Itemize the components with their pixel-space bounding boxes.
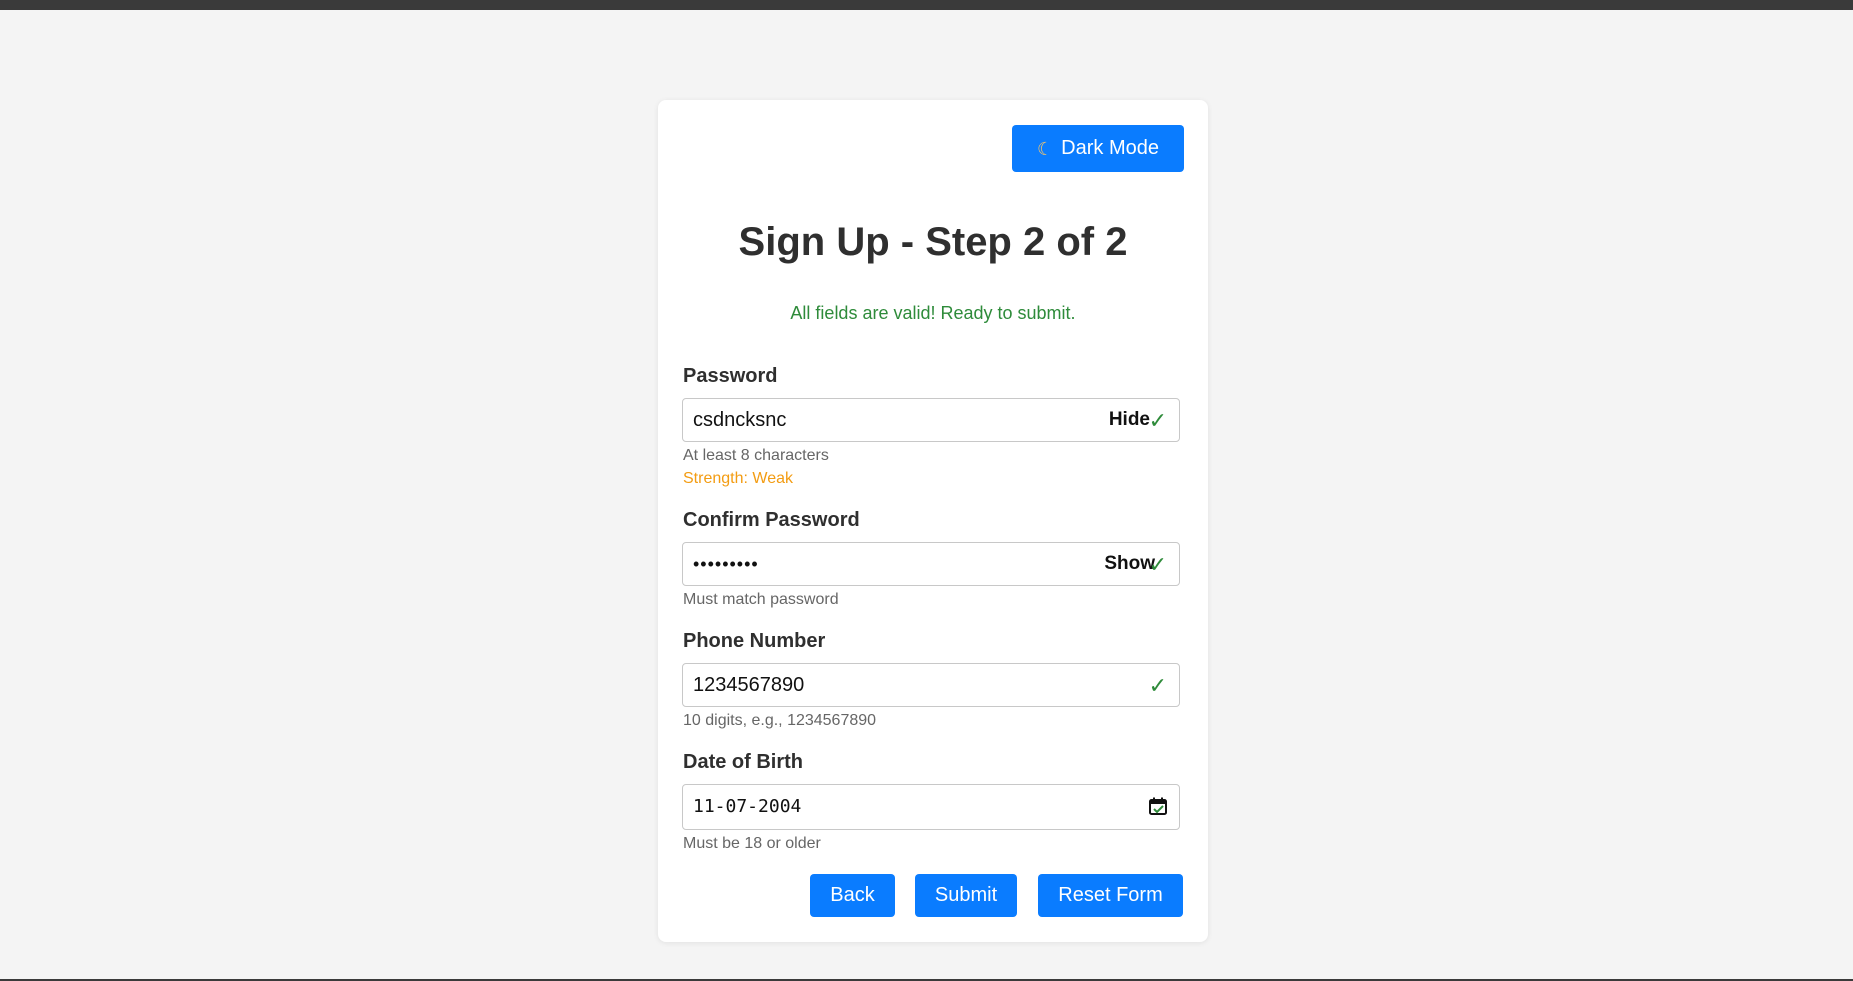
dark-mode-label: Dark Mode [1061,137,1159,159]
confirm-password-field[interactable]: ••••••••• Show ✓ [682,542,1180,586]
phone-input-value[interactable]: 1234567890 [693,664,804,706]
dob-field[interactable]: 11-07-2004 [682,784,1180,830]
password-hint: At least 8 characters [683,447,829,464]
phone-hint: 10 digits, e.g., 1234567890 [683,712,877,729]
moon-icon: ☾ [1037,138,1054,159]
password-strength: Strength: Weak [683,470,793,487]
back-button[interactable]: Back [810,874,895,917]
phone-field[interactable]: 1234567890 ✓ [682,663,1180,707]
signup-card: ☾ Dark Mode Sign Up - Step 2 of 2 All fi… [658,100,1208,942]
password-field[interactable]: csdncksnc Hide ✓ [682,398,1180,442]
confirm-password-show-toggle[interactable]: Show [1104,543,1155,585]
phone-label: Phone Number [683,630,826,652]
dob-hint: Must be 18 or older [683,835,821,852]
dob-input-value[interactable]: 11-07-2004 [693,785,801,829]
browser-top-bar [0,0,1853,10]
dob-label: Date of Birth [683,751,803,773]
confirm-password-valid-check-icon: ✓ [1148,552,1167,577]
password-valid-check-icon: ✓ [1148,408,1167,433]
phone-valid-check-icon: ✓ [1148,673,1167,698]
password-label: Password [683,365,778,387]
confirm-password-hint: Must match password [683,591,839,608]
password-hide-toggle[interactable]: Hide [1109,399,1150,441]
validation-status-message: All fields are valid! Ready to submit. [790,303,1076,323]
calendar-icon[interactable] [1149,797,1167,815]
page-title: Sign Up - Step 2 of 2 [738,220,1128,264]
dark-mode-button[interactable]: ☾ Dark Mode [1012,125,1184,172]
confirm-password-input-value[interactable]: ••••••••• [693,543,759,585]
password-input-value[interactable]: csdncksnc [693,399,786,441]
confirm-password-label: Confirm Password [683,509,860,531]
submit-button[interactable]: Submit [915,874,1017,917]
reset-form-button[interactable]: Reset Form [1038,874,1183,917]
